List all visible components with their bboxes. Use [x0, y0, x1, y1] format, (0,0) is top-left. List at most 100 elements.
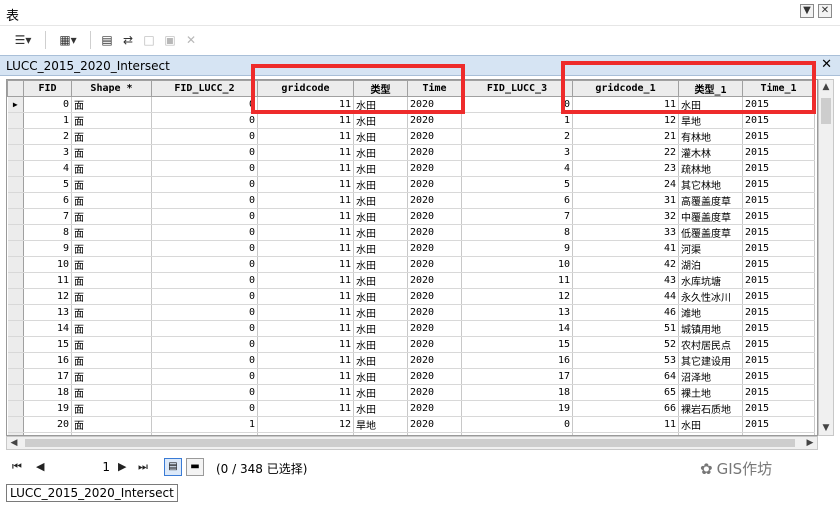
- table-cell[interactable]: 46: [572, 304, 679, 321]
- table-cell[interactable]: 面: [71, 320, 152, 337]
- table-row[interactable]: 16 面 0 11 水田 2020 16 53 其它建设用 2015: [7, 352, 815, 369]
- table-cell[interactable]: 2015: [742, 352, 815, 369]
- related-tables-icon[interactable]: ▦▾: [53, 31, 83, 49]
- table-cell[interactable]: 32: [572, 208, 679, 225]
- table-cell[interactable]: 14: [23, 320, 72, 337]
- table-cell[interactable]: 2015: [742, 288, 815, 305]
- table-row[interactable]: 4 面 0 11 水田 2020 4 23 疏林地 2015: [7, 160, 815, 177]
- table-cell[interactable]: 18: [461, 384, 573, 401]
- table-cell[interactable]: 面: [71, 400, 152, 417]
- previous-record-icon[interactable]: ◀: [36, 460, 44, 473]
- table-cell[interactable]: 0: [151, 128, 258, 145]
- table-cell[interactable]: 0: [151, 400, 258, 417]
- table-cell[interactable]: 13: [461, 304, 573, 321]
- table-cell[interactable]: 23: [572, 160, 679, 177]
- row-selector[interactable]: [7, 224, 24, 241]
- table-cell[interactable]: 64: [572, 368, 679, 385]
- table-cell[interactable]: 中覆盖度草: [678, 208, 743, 225]
- table-cell[interactable]: 水田: [353, 336, 408, 353]
- table-cell[interactable]: 面: [71, 160, 152, 177]
- table-cell[interactable]: 2020: [407, 176, 462, 193]
- scroll-left-icon[interactable]: ◀: [7, 437, 21, 449]
- table-row[interactable]: 8 面 0 11 水田 2020 8 33 低覆盖度草 2015: [7, 224, 815, 241]
- table-cell[interactable]: 11: [257, 384, 354, 401]
- table-cell[interactable]: 4: [461, 160, 573, 177]
- horizontal-scroll-thumb[interactable]: [25, 439, 795, 447]
- table-cell[interactable]: 11: [257, 208, 354, 225]
- table-cell[interactable]: 0: [151, 256, 258, 273]
- table-cell[interactable]: 16: [461, 352, 573, 369]
- table-cell[interactable]: 永久性冰川: [678, 288, 743, 305]
- table-cell[interactable]: 面: [71, 128, 152, 145]
- table-cell[interactable]: 2020: [407, 320, 462, 337]
- table-cell[interactable]: 33: [572, 224, 679, 241]
- table-cell[interactable]: 沼泽地: [678, 368, 743, 385]
- table-cell[interactable]: 面: [71, 224, 152, 241]
- table-row[interactable]: 2 面 0 11 水田 2020 2 21 有林地 2015: [7, 128, 815, 145]
- table-cell[interactable]: 2020: [407, 304, 462, 321]
- table-cell[interactable]: 18: [23, 384, 72, 401]
- table-cell[interactable]: 31: [572, 192, 679, 209]
- table-cell[interactable]: 42: [572, 256, 679, 273]
- table-cell[interactable]: 2: [461, 128, 573, 145]
- table-cell[interactable]: 2020: [407, 112, 462, 129]
- table-cell[interactable]: 16: [23, 352, 72, 369]
- bottom-table-tab[interactable]: LUCC_2015_2020_Intersect: [6, 484, 178, 502]
- table-cell[interactable]: 11: [257, 240, 354, 257]
- table-cell[interactable]: 12: [257, 416, 354, 433]
- table-cell[interactable]: 水田: [353, 208, 408, 225]
- table-cell[interactable]: 0: [151, 384, 258, 401]
- table-tab-close-icon[interactable]: ✕: [821, 57, 832, 72]
- table-cell[interactable]: 51: [572, 320, 679, 337]
- window-menu-dropdown[interactable]: ▼: [800, 4, 814, 18]
- table-row[interactable]: 1 面 0 11 水田 2020 1 12 旱地 2015: [7, 112, 815, 129]
- table-cell[interactable]: 11: [257, 144, 354, 161]
- table-cell[interactable]: 0: [151, 320, 258, 337]
- table-cell[interactable]: 农村居民点: [678, 336, 743, 353]
- table-cell[interactable]: 13: [23, 304, 72, 321]
- table-cell[interactable]: 面: [71, 240, 152, 257]
- table-cell[interactable]: 水田: [353, 272, 408, 289]
- row-selector[interactable]: [7, 208, 24, 225]
- table-cell[interactable]: 11: [257, 320, 354, 337]
- row-selector[interactable]: [7, 272, 24, 289]
- row-selector[interactable]: [7, 368, 24, 385]
- table-cell[interactable]: 0: [151, 192, 258, 209]
- table-cell[interactable]: 0: [151, 368, 258, 385]
- table-cell[interactable]: 44: [572, 288, 679, 305]
- select-by-attributes-icon[interactable]: ▤: [98, 31, 116, 49]
- table-cell[interactable]: 5: [23, 176, 72, 193]
- table-cell[interactable]: 水田: [353, 192, 408, 209]
- table-cell[interactable]: 面: [71, 208, 152, 225]
- table-cell[interactable]: 面: [71, 192, 152, 209]
- table-cell[interactable]: 面: [71, 352, 152, 369]
- table-cell[interactable]: 41: [572, 240, 679, 257]
- table-cell[interactable]: 2020: [407, 384, 462, 401]
- table-cell[interactable]: 11: [257, 112, 354, 129]
- table-cell[interactable]: 水田: [353, 304, 408, 321]
- table-cell[interactable]: 10: [461, 256, 573, 273]
- switch-selection-icon[interactable]: ⇄: [119, 31, 137, 49]
- delete-icon[interactable]: ✕: [182, 31, 200, 49]
- table-cell[interactable]: 66: [572, 400, 679, 417]
- table-row[interactable]: 10 面 0 11 水田 2020 10 42 湖泊 2015: [7, 256, 815, 273]
- table-row[interactable]: 15 面 0 11 水田 2020 15 52 农村居民点 2015: [7, 336, 815, 353]
- clear-selection-icon[interactable]: □: [140, 31, 158, 49]
- table-cell[interactable]: 0: [151, 288, 258, 305]
- table-cell[interactable]: 3: [461, 144, 573, 161]
- table-cell[interactable]: 0: [151, 112, 258, 129]
- column-header-shape[interactable]: Shape *: [71, 80, 152, 97]
- table-cell[interactable]: 20: [23, 416, 72, 433]
- table-cell[interactable]: 11: [23, 272, 72, 289]
- table-cell[interactable]: 1: [461, 112, 573, 129]
- table-cell[interactable]: 面: [71, 272, 152, 289]
- table-cell[interactable]: 城镇用地: [678, 320, 743, 337]
- table-cell[interactable]: 水田: [353, 112, 408, 129]
- table-cell[interactable]: 11: [257, 160, 354, 177]
- table-cell[interactable]: 2015: [742, 400, 815, 417]
- table-cell[interactable]: 0: [151, 352, 258, 369]
- table-row[interactable]: 11 面 0 11 水田 2020 11 43 水库坑塘 2015: [7, 272, 815, 289]
- table-cell[interactable]: 水库坑塘: [678, 272, 743, 289]
- table-cell[interactable]: 其它林地: [678, 176, 743, 193]
- table-cell[interactable]: 9: [461, 240, 573, 257]
